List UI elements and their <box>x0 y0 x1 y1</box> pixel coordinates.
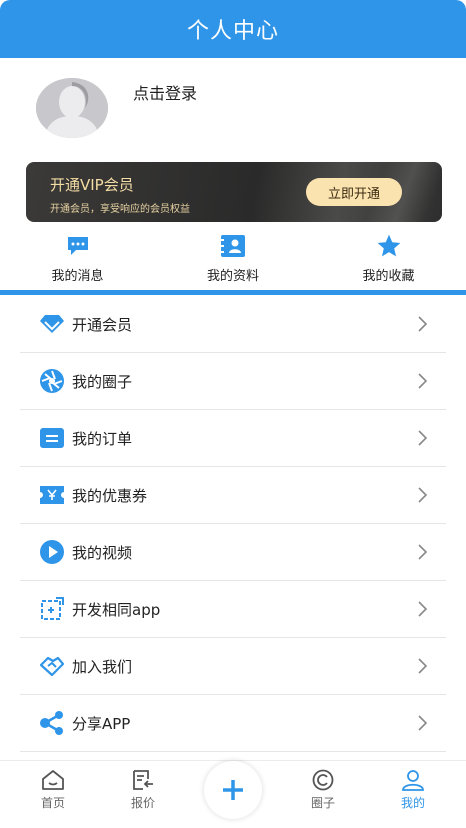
circle-icon <box>312 769 334 791</box>
order-icon <box>38 424 66 452</box>
menu-item-label: 我的优惠券 <box>72 486 148 505</box>
menu-list: 开通会员 我的圈子 我的订单 我的优惠券 我的视频 开发相同app 加入我们 分… <box>20 296 446 752</box>
message-icon <box>66 233 90 259</box>
menu-item-label: 加入我们 <box>72 657 133 676</box>
page-header: 个人中心 <box>0 0 466 58</box>
chevron-right-icon <box>418 316 428 332</box>
chevron-right-icon <box>418 715 428 731</box>
open-vip-button[interactable]: 立即开通 <box>306 178 402 206</box>
share-icon <box>38 709 66 737</box>
menu-item-vip[interactable]: 开通会员 <box>20 296 446 353</box>
default-avatar-icon <box>36 78 108 138</box>
menu-item-label: 我的订单 <box>72 429 133 448</box>
vip-card[interactable]: 开通VIP会员 开通会员，享受响应的会员权益 立即开通 <box>26 162 442 222</box>
menu-item-label: 分享APP <box>72 714 131 733</box>
profile-section[interactable]: 点击登录 <box>0 58 466 158</box>
tab-home[interactable]: 首页 <box>18 769 88 811</box>
quick-item-favorites[interactable]: 我的收藏 <box>311 228 466 290</box>
profile-card-icon <box>220 233 246 259</box>
menu-item-label: 我的圈子 <box>72 372 133 391</box>
plus-icon <box>223 780 243 800</box>
bottom-tab-bar: 首页 报价 圈子 我的 <box>0 760 466 828</box>
user-icon <box>402 770 424 791</box>
handshake-icon <box>38 652 66 680</box>
tab-label: 我的 <box>400 796 425 810</box>
aperture-icon <box>38 367 66 395</box>
add-button[interactable] <box>204 761 262 819</box>
menu-item-label: 开通会员 <box>72 315 133 334</box>
menu-item-share[interactable]: 分享APP <box>20 695 446 752</box>
page-title: 个人中心 <box>186 19 279 44</box>
quick-item-label: 我的资料 <box>206 269 259 284</box>
tab-label: 圈子 <box>310 796 335 810</box>
menu-item-videos[interactable]: 我的视频 <box>20 524 446 581</box>
chevron-right-icon <box>418 373 428 389</box>
menu-item-join[interactable]: 加入我们 <box>20 638 446 695</box>
chevron-right-icon <box>418 658 428 674</box>
menu-item-develop[interactable]: 开发相同app <box>20 581 446 638</box>
login-link[interactable]: 点击登录 <box>133 80 197 104</box>
tab-quote[interactable]: 报价 <box>108 769 178 811</box>
vip-subtitle: 开通会员，享受响应的会员权益 <box>50 204 190 215</box>
quick-item-messages[interactable]: 我的消息 <box>0 228 155 290</box>
section-divider-bar <box>0 290 466 295</box>
chevron-right-icon <box>418 544 428 560</box>
quick-item-label: 我的消息 <box>51 269 104 284</box>
quick-item-label: 我的收藏 <box>362 269 415 284</box>
quick-actions: 我的消息 我的资料 我的收藏 <box>0 228 466 290</box>
dev-icon <box>38 595 66 623</box>
avatar[interactable] <box>36 78 108 138</box>
star-icon <box>376 233 402 259</box>
menu-item-coupons[interactable]: 我的优惠券 <box>20 467 446 524</box>
tab-circle[interactable]: 圈子 <box>288 769 358 811</box>
chevron-right-icon <box>418 430 428 446</box>
menu-item-label: 开发相同app <box>72 600 161 619</box>
diamond-icon <box>38 310 66 338</box>
menu-item-label: 我的视频 <box>72 543 133 562</box>
tab-label: 报价 <box>130 796 155 810</box>
chevron-right-icon <box>418 601 428 617</box>
home-icon <box>42 770 64 790</box>
menu-item-circle[interactable]: 我的圈子 <box>20 353 446 410</box>
tab-mine[interactable]: 我的 <box>378 769 448 811</box>
chevron-right-icon <box>418 487 428 503</box>
vip-title: 开通VIP会员 <box>50 176 134 194</box>
play-icon <box>38 538 66 566</box>
coupon-icon <box>38 481 66 509</box>
menu-item-orders[interactable]: 我的订单 <box>20 410 446 467</box>
tab-label: 首页 <box>40 796 65 810</box>
quote-icon <box>133 770 153 790</box>
quick-item-profile[interactable]: 我的资料 <box>156 228 311 290</box>
